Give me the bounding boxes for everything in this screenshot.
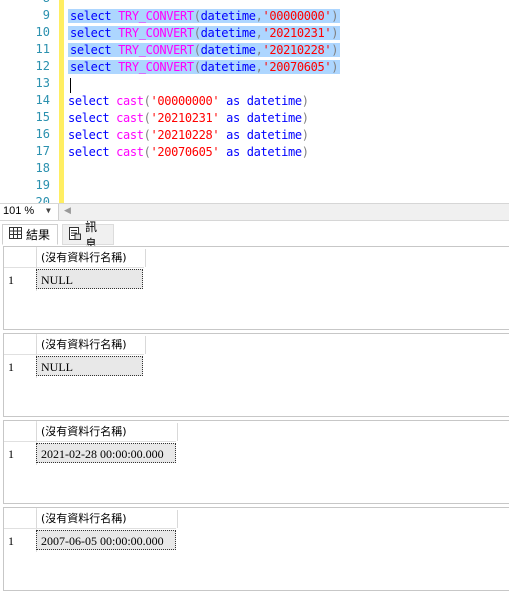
tab-results-label: 結果 (26, 228, 51, 242)
tab-messages[interactable]: 訊息 (62, 220, 114, 251)
line-number: 11 (35, 42, 50, 56)
code-line[interactable]: select cast('20070605' as datetime) (68, 144, 309, 161)
line-number: 19 (35, 178, 50, 192)
line-number: 18 (35, 161, 50, 175)
results-pane: (沒有資料行名稱) 1 NULL (沒有資料行名稱) 1 NULL (沒有資料行… (0, 246, 509, 591)
grid-icon (9, 227, 22, 242)
result-grid[interactable]: (沒有資料行名稱) 1 NULL (3, 246, 509, 330)
code-line[interactable]: select TRY_CONVERT(datetime,'20070605') (68, 59, 341, 76)
scroll-left-arrow-icon[interactable]: ◀ (64, 206, 71, 216)
line-number: 15 (35, 110, 50, 124)
query-editor[interactable]: 8 9 10 11 12 13 14 15 16 17 18 19 20 sel… (0, 0, 509, 203)
line-number: 13 (35, 76, 50, 90)
results-tab-bar: 結果 訊息 (0, 220, 509, 251)
header-divider (4, 267, 144, 268)
code-line[interactable]: select TRY_CONVERT(datetime,'20210231') (68, 25, 341, 42)
code-line[interactable]: select cast('20210228' as datetime) (68, 127, 309, 144)
line-number: 17 (35, 144, 50, 158)
header-divider (4, 354, 144, 355)
result-grid[interactable]: (沒有資料行名稱) 1 2021-02-28 00:00:00.000 (3, 420, 509, 504)
code-line[interactable]: select TRY_CONVERT(datetime,'00000000') (68, 8, 341, 25)
messages-document-icon (69, 226, 81, 243)
line-number: 20 (35, 195, 50, 203)
line-number: 8 (0, 0, 50, 5)
header-divider (4, 441, 176, 442)
line-number: 16 (35, 127, 50, 141)
line-number: 12 (35, 59, 50, 73)
row-number[interactable]: 1 (8, 273, 14, 288)
header-divider (4, 528, 176, 529)
column-header[interactable]: (沒有資料行名稱) (36, 423, 178, 441)
change-tracking-margin (59, 0, 64, 203)
code-area[interactable]: select TRY_CONVERT(datetime,'00000000') … (68, 0, 509, 203)
code-line[interactable]: select cast('20210231' as datetime) (68, 110, 309, 127)
row-number[interactable]: 1 (8, 447, 14, 462)
result-cell[interactable]: NULL (36, 356, 143, 376)
column-header[interactable]: (沒有資料行名稱) (36, 249, 146, 267)
text-caret (70, 78, 71, 93)
editor-status-strip: 101 % ▼ ◀ (0, 203, 509, 221)
code-line[interactable]: select cast('00000000' as datetime) (68, 93, 309, 110)
row-number[interactable]: 1 (8, 360, 14, 375)
result-cell[interactable]: 2007-06-05 00:00:00.000 (36, 530, 176, 550)
line-number: 10 (35, 25, 50, 39)
line-number-gutter: 8 9 10 11 12 13 14 15 16 17 18 19 20 (0, 0, 58, 203)
result-cell[interactable]: 2021-02-28 00:00:00.000 (36, 443, 176, 463)
result-grid[interactable]: (沒有資料行名稱) 1 2007-06-05 00:00:00.000 (3, 507, 509, 591)
row-number[interactable]: 1 (8, 534, 14, 549)
tab-results[interactable]: 結果 (2, 224, 58, 245)
zoom-value: 101 % (3, 205, 35, 217)
column-header[interactable]: (沒有資料行名稱) (36, 336, 146, 354)
column-header[interactable]: (沒有資料行名稱) (36, 510, 178, 528)
code-line[interactable]: select TRY_CONVERT(datetime,'20210228') (68, 42, 341, 59)
chevron-down-icon: ▼ (46, 206, 51, 215)
result-grid[interactable]: (沒有資料行名稱) 1 NULL (3, 333, 509, 417)
zoom-dropdown[interactable]: 101 % ▼ (0, 204, 59, 220)
line-number: 14 (35, 93, 50, 107)
line-number: 9 (42, 8, 50, 22)
result-cell[interactable]: NULL (36, 269, 143, 289)
